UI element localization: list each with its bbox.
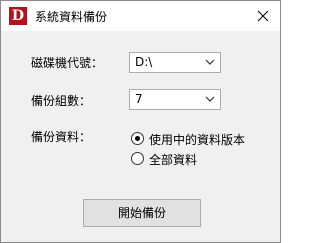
backup-data-label: 備份資料： [31, 130, 92, 144]
chevron-down-icon [205, 59, 215, 65]
title-bar: D 系統資料備份 [1, 1, 280, 31]
radio-selected-dot [135, 136, 140, 141]
start-backup-button[interactable]: 開始備份 [83, 199, 201, 227]
drive-select-value: D:\ [135, 55, 153, 69]
chevron-down-icon [205, 96, 215, 102]
app-logo-icon: D [9, 7, 27, 25]
close-button[interactable] [246, 1, 280, 31]
radio-button[interactable] [131, 152, 144, 165]
copies-select[interactable]: 7 [129, 89, 221, 110]
radio-label: 全部資料 [149, 153, 198, 167]
radio-label: 使用中的資料版本 [149, 133, 246, 147]
window-title: 系統資料備份 [35, 10, 108, 24]
copies-select-value: 7 [135, 92, 143, 106]
drive-select[interactable]: D:\ [129, 52, 221, 73]
backup-dialog: D 系統資料備份 磁碟機代號： D:\ 備份組數： 7 備份資料： 使用中的資料… [0, 0, 281, 243]
radio-button[interactable] [131, 132, 144, 145]
drive-label: 磁碟機代號： [31, 56, 104, 70]
copies-label: 備份組數： [31, 94, 92, 108]
close-icon [257, 10, 269, 22]
